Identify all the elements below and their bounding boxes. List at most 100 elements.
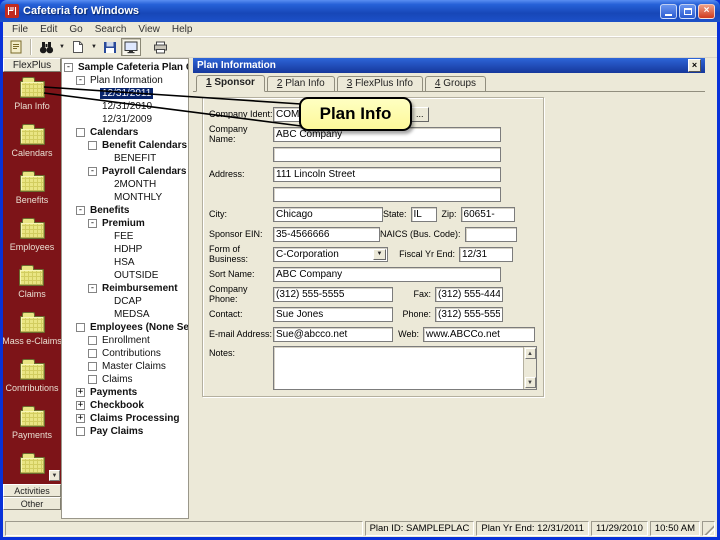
- new-dropdown-icon[interactable]: ▼: [89, 44, 99, 50]
- tree-expand-box[interactable]: [88, 336, 97, 345]
- tree-expand-box[interactable]: [76, 76, 85, 85]
- tree-item[interactable]: Checkbook: [62, 399, 188, 412]
- tree-item[interactable]: HDHP: [62, 243, 188, 256]
- minimize-button[interactable]: [660, 4, 677, 19]
- tree-item[interactable]: Claims Processing: [62, 412, 188, 425]
- tree-expand-box[interactable]: [88, 375, 97, 384]
- tree-item[interactable]: Plan Information: [62, 74, 188, 87]
- sidebar-item[interactable]: Employees: [10, 218, 55, 252]
- tree-item[interactable]: Payments: [62, 386, 188, 399]
- tree-item[interactable]: 2MONTH: [62, 178, 188, 191]
- sidebar-header[interactable]: FlexPlus: [3, 58, 61, 72]
- close-button[interactable]: ×: [698, 4, 715, 19]
- menu-item[interactable]: Go: [63, 24, 88, 35]
- tree-item[interactable]: Calendars: [62, 126, 188, 139]
- dropdown-arrow-icon[interactable]: ▼: [373, 249, 386, 260]
- tree-item[interactable]: Master Claims: [62, 360, 188, 373]
- company-ident-browse-button[interactable]: ...: [409, 107, 429, 122]
- address-input-2[interactable]: [273, 187, 501, 202]
- tree-item[interactable]: FEE: [62, 230, 188, 243]
- tree-expand-box[interactable]: [76, 128, 85, 137]
- tree-item[interactable]: Contributions: [62, 347, 188, 360]
- tree-item[interactable]: OUTSIDE: [62, 269, 188, 282]
- sidebar-item[interactable]: [20, 453, 45, 477]
- print-button[interactable]: [151, 38, 171, 56]
- sidebar-item[interactable]: Contributions: [5, 359, 58, 393]
- find-dropdown-icon[interactable]: ▼: [57, 44, 67, 50]
- tree-item[interactable]: Enrollment: [62, 334, 188, 347]
- save-button[interactable]: [100, 38, 120, 56]
- tab[interactable]: 3 FlexPlus Info: [337, 76, 423, 91]
- tree-item[interactable]: Employees (None Selected: [62, 321, 188, 334]
- sponsor-ein-input[interactable]: [273, 227, 380, 242]
- zip-input[interactable]: [461, 207, 515, 222]
- clipboard-button[interactable]: [6, 38, 26, 56]
- new-button[interactable]: [68, 38, 88, 56]
- tree-item[interactable]: MEDSA: [62, 308, 188, 321]
- tab[interactable]: 2 Plan Info: [267, 76, 335, 91]
- tree-expand-box[interactable]: [76, 388, 85, 397]
- tree-expand-box[interactable]: [88, 219, 97, 228]
- resize-grip[interactable]: [702, 521, 715, 536]
- other-button[interactable]: Other: [3, 497, 61, 510]
- tree-item[interactable]: Pay Claims: [62, 425, 188, 438]
- company-name-input-2[interactable]: [273, 147, 501, 162]
- sidebar-item[interactable]: Claims: [18, 265, 46, 299]
- fax-input[interactable]: [435, 287, 503, 302]
- sidebar-item[interactable]: Plan Info: [14, 77, 50, 111]
- menu-item[interactable]: Search: [89, 24, 133, 35]
- city-input[interactable]: [273, 207, 383, 222]
- tab[interactable]: 1 Sponsor: [196, 75, 265, 92]
- tab[interactable]: 4 Groups: [425, 76, 486, 91]
- tree-expand-box[interactable]: [88, 167, 97, 176]
- scroll-up-icon[interactable]: ▲: [525, 348, 536, 359]
- panel-close-icon[interactable]: ×: [688, 59, 701, 72]
- tree-expand-box[interactable]: [76, 427, 85, 436]
- fiscal-yr-end-input[interactable]: [459, 247, 513, 262]
- tree-item[interactable]: HSA: [62, 256, 188, 269]
- tree-item[interactable]: BENEFIT: [62, 152, 188, 165]
- scroll-down-icon[interactable]: ▼: [525, 377, 536, 388]
- view-button[interactable]: [121, 38, 141, 56]
- tree-expand-box[interactable]: [76, 323, 85, 332]
- tree-expand-box[interactable]: [88, 284, 97, 293]
- notes-textarea[interactable]: ▲ ▼: [273, 346, 537, 390]
- tree-item[interactable]: 12/31/2011: [62, 87, 188, 100]
- tree-expand-box[interactable]: [76, 206, 85, 215]
- form-of-business-select[interactable]: C-Corporation ▼: [273, 247, 388, 262]
- naics-input[interactable]: [465, 227, 517, 242]
- tree-item[interactable]: 12/31/2009: [62, 113, 188, 126]
- menu-item[interactable]: Edit: [34, 24, 63, 35]
- sidebar-item[interactable]: Calendars: [11, 124, 52, 158]
- state-input[interactable]: [411, 207, 437, 222]
- tree-item[interactable]: Benefits: [62, 204, 188, 217]
- menu-item[interactable]: View: [132, 24, 166, 35]
- tree-expand-box[interactable]: [88, 141, 97, 150]
- address-input[interactable]: [273, 167, 501, 182]
- tree-expand-box[interactable]: [76, 401, 85, 410]
- company-phone-input[interactable]: [273, 287, 393, 302]
- tree-expand-box[interactable]: [88, 349, 97, 358]
- phone-input[interactable]: [435, 307, 503, 322]
- email-input[interactable]: [273, 327, 393, 342]
- find-button[interactable]: [36, 38, 56, 56]
- tree-expand-box[interactable]: [88, 362, 97, 371]
- tree-expand-box[interactable]: [76, 414, 85, 423]
- notes-scrollbar[interactable]: ▲ ▼: [523, 347, 536, 389]
- tree-item[interactable]: Payroll Calendars: [62, 165, 188, 178]
- sort-name-input[interactable]: [273, 267, 501, 282]
- sidebar-item[interactable]: Benefits: [16, 171, 49, 205]
- tree-item[interactable]: 12/31/2010: [62, 100, 188, 113]
- web-input[interactable]: [423, 327, 535, 342]
- tree-expand-box[interactable]: [64, 63, 73, 72]
- tree-item[interactable]: Sample Cafeteria Plan Comp: [62, 61, 188, 74]
- menu-item[interactable]: File: [6, 24, 34, 35]
- tree-item[interactable]: Premium: [62, 217, 188, 230]
- maximize-button[interactable]: [679, 4, 696, 19]
- sidebar-item[interactable]: Mass e-Claims: [3, 312, 61, 346]
- activities-button[interactable]: Activities: [3, 484, 61, 497]
- contact-input[interactable]: [273, 307, 393, 322]
- menu-item[interactable]: Help: [166, 24, 199, 35]
- tree-item[interactable]: DCAP: [62, 295, 188, 308]
- sidebar-scroll-down-button[interactable]: ▼: [49, 470, 60, 481]
